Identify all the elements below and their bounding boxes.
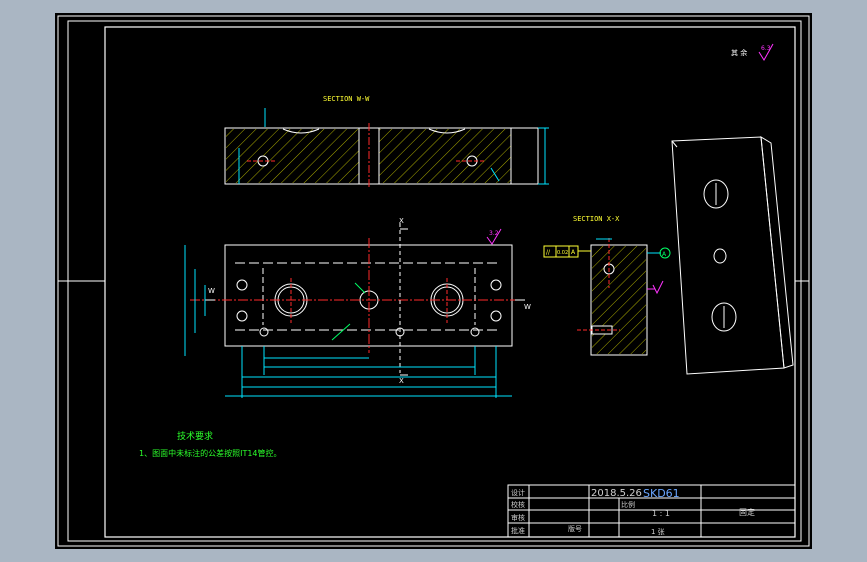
title-block-row-label-2: 校核 [511,500,525,509]
iso-side-face [760,136,794,369]
plan-hole-tr [490,279,502,291]
section-ww-hatch-left [226,129,359,183]
plan-section-w-right-marker: W [524,303,531,311]
title-block-version-label: 版号 [568,524,582,533]
plan-hole-tl [236,279,248,291]
roughness-corner: 其 余 6.3 [731,43,774,61]
iso-view [671,136,794,375]
title-block-row-label-3: 审核 [511,513,525,522]
plan-leader-bore [354,282,366,294]
section-ww-title: SECTION W-W [323,95,370,103]
plan-roughness-callout: 3.2 [486,228,502,245]
datum-a-label: A [662,251,667,258]
section-xx-hatch [592,246,646,354]
tolerance-value: 0.02 [557,250,568,256]
sheet-border-middle [67,20,802,542]
title-block-row-label-1: 设计 [511,488,525,497]
plan-section-x-top-marker: X [399,217,404,225]
title-block: 设计 校核 审核 批准 2018.5.26 SKD61 比例 1 : 1 1 张… [507,484,796,538]
section-xx-title: SECTION X-X [573,215,620,223]
tolerance-frame: // 0.02 A [543,245,591,258]
title-block-sheet: 1 张 [651,527,665,536]
notes-heading: 技术要求 [177,430,213,442]
plan-hole-bottom-left [259,327,269,337]
plan-leader-hole [331,323,351,341]
plan-hole-bl [236,310,248,322]
drawing-sheet: 其 余 6.3 SECTION W-W X X W W 3.2 SECTION … [57,15,810,547]
tolerance-symbol: // [546,249,551,256]
iso-front-face [671,136,785,375]
tolerance-datum: A [571,249,576,256]
sheet-border-outer [57,15,810,547]
title-block-part-name: 固定 [739,507,755,517]
sheet-border-inner [104,26,796,538]
cad-viewport[interactable]: 其 余 6.3 SECTION W-W X X W W 3.2 SECTION … [55,13,812,549]
section-ww-view: SECTION W-W [224,95,549,189]
section-xx-view: SECTION X-X // 0.02 A A [543,215,671,356]
title-block-material: SKD61 [643,487,680,500]
plan-view: X X W W 3.2 [184,217,531,398]
section-xx-roughness-symbol [652,280,664,295]
title-block-scale-label: 比例 [621,500,635,509]
title-block-scale: 1 : 1 [652,509,670,518]
technical-notes: 技术要求 1、图面中未标注的公差按照IT14管控。 [139,430,282,458]
roughness-corner-label: 其 余 [731,48,747,57]
plan-section-w-left-marker: W [208,287,215,295]
iso-bore-middle [713,248,727,264]
plan-section-x-bottom-marker: X [399,377,404,385]
notes-item-1: 1、图面中未标注的公差按照IT14管控。 [139,448,282,458]
plan-hole-br [490,310,502,322]
plan-hole-bottom-right [470,327,480,337]
title-block-row-label-4: 批准 [511,526,525,535]
title-block-date: 2018.5.26 [591,488,642,499]
section-ww-hatch-right [379,129,511,183]
